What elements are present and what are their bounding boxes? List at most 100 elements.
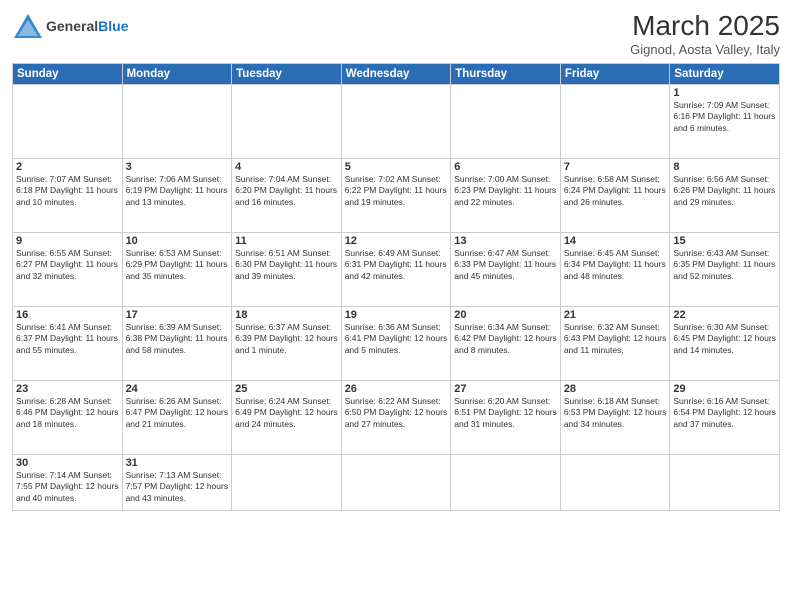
day-info: Sunrise: 6:24 AM Sunset: 6:49 PM Dayligh… xyxy=(235,396,338,430)
day-number: 11 xyxy=(235,235,338,247)
calendar-cell: 15Sunrise: 6:43 AM Sunset: 6:35 PM Dayli… xyxy=(670,233,780,307)
day-info: Sunrise: 6:55 AM Sunset: 6:27 PM Dayligh… xyxy=(16,248,119,282)
day-number: 20 xyxy=(454,309,557,321)
day-info: Sunrise: 7:07 AM Sunset: 6:18 PM Dayligh… xyxy=(16,174,119,208)
calendar-cell xyxy=(122,85,232,159)
day-number: 6 xyxy=(454,161,557,173)
day-info: Sunrise: 6:58 AM Sunset: 6:24 PM Dayligh… xyxy=(564,174,667,208)
day-number: 18 xyxy=(235,309,338,321)
calendar-cell: 16Sunrise: 6:41 AM Sunset: 6:37 PM Dayli… xyxy=(13,307,123,381)
day-number: 2 xyxy=(16,161,119,173)
calendar-cell: 25Sunrise: 6:24 AM Sunset: 6:49 PM Dayli… xyxy=(232,381,342,455)
day-number: 24 xyxy=(126,383,229,395)
header: GeneralBlue March 2025 Gignod, Aosta Val… xyxy=(12,10,780,57)
day-info: Sunrise: 6:51 AM Sunset: 6:30 PM Dayligh… xyxy=(235,248,338,282)
day-number: 15 xyxy=(673,235,776,247)
calendar-cell: 10Sunrise: 6:53 AM Sunset: 6:29 PM Dayli… xyxy=(122,233,232,307)
day-number: 30 xyxy=(16,457,119,469)
calendar-cell: 9Sunrise: 6:55 AM Sunset: 6:27 PM Daylig… xyxy=(13,233,123,307)
day-number: 27 xyxy=(454,383,557,395)
title-block: March 2025 Gignod, Aosta Valley, Italy xyxy=(630,10,780,57)
day-number: 7 xyxy=(564,161,667,173)
calendar-cell: 26Sunrise: 6:22 AM Sunset: 6:50 PM Dayli… xyxy=(341,381,451,455)
day-number: 22 xyxy=(673,309,776,321)
calendar-cell: 20Sunrise: 6:34 AM Sunset: 6:42 PM Dayli… xyxy=(451,307,561,381)
col-monday: Monday xyxy=(122,64,232,85)
day-info: Sunrise: 6:43 AM Sunset: 6:35 PM Dayligh… xyxy=(673,248,776,282)
calendar-cell: 29Sunrise: 6:16 AM Sunset: 6:54 PM Dayli… xyxy=(670,381,780,455)
day-number: 19 xyxy=(345,309,448,321)
day-info: Sunrise: 6:26 AM Sunset: 6:47 PM Dayligh… xyxy=(126,396,229,430)
col-thursday: Thursday xyxy=(451,64,561,85)
day-info: Sunrise: 6:34 AM Sunset: 6:42 PM Dayligh… xyxy=(454,322,557,356)
calendar-cell: 1Sunrise: 7:09 AM Sunset: 6:16 PM Daylig… xyxy=(670,85,780,159)
day-number: 29 xyxy=(673,383,776,395)
calendar-cell: 5Sunrise: 7:02 AM Sunset: 6:22 PM Daylig… xyxy=(341,159,451,233)
calendar-cell: 2Sunrise: 7:07 AM Sunset: 6:18 PM Daylig… xyxy=(13,159,123,233)
calendar-table: Sunday Monday Tuesday Wednesday Thursday… xyxy=(12,63,780,511)
calendar-cell: 6Sunrise: 7:00 AM Sunset: 6:23 PM Daylig… xyxy=(451,159,561,233)
day-number: 26 xyxy=(345,383,448,395)
calendar-title: March 2025 xyxy=(630,10,780,42)
calendar-cell: 24Sunrise: 6:26 AM Sunset: 6:47 PM Dayli… xyxy=(122,381,232,455)
day-info: Sunrise: 6:45 AM Sunset: 6:34 PM Dayligh… xyxy=(564,248,667,282)
calendar-cell xyxy=(670,455,780,511)
col-saturday: Saturday xyxy=(670,64,780,85)
calendar-cell: 30Sunrise: 7:14 AM Sunset: 7:55 PM Dayli… xyxy=(13,455,123,511)
calendar-cell: 17Sunrise: 6:39 AM Sunset: 6:38 PM Dayli… xyxy=(122,307,232,381)
calendar-cell: 13Sunrise: 6:47 AM Sunset: 6:33 PM Dayli… xyxy=(451,233,561,307)
calendar-cell: 3Sunrise: 7:06 AM Sunset: 6:19 PM Daylig… xyxy=(122,159,232,233)
day-info: Sunrise: 6:53 AM Sunset: 6:29 PM Dayligh… xyxy=(126,248,229,282)
calendar-cell xyxy=(232,85,342,159)
day-number: 10 xyxy=(126,235,229,247)
calendar-cell: 28Sunrise: 6:18 AM Sunset: 6:53 PM Dayli… xyxy=(560,381,670,455)
day-info: Sunrise: 6:39 AM Sunset: 6:38 PM Dayligh… xyxy=(126,322,229,356)
calendar-cell xyxy=(13,85,123,159)
calendar-cell: 14Sunrise: 6:45 AM Sunset: 6:34 PM Dayli… xyxy=(560,233,670,307)
day-info: Sunrise: 7:13 AM Sunset: 7:57 PM Dayligh… xyxy=(126,470,229,504)
calendar-cell: 22Sunrise: 6:30 AM Sunset: 6:45 PM Dayli… xyxy=(670,307,780,381)
logo: GeneralBlue xyxy=(12,10,128,42)
day-info: Sunrise: 6:41 AM Sunset: 6:37 PM Dayligh… xyxy=(16,322,119,356)
calendar-cell xyxy=(560,455,670,511)
day-info: Sunrise: 6:49 AM Sunset: 6:31 PM Dayligh… xyxy=(345,248,448,282)
col-sunday: Sunday xyxy=(13,64,123,85)
day-info: Sunrise: 6:56 AM Sunset: 6:26 PM Dayligh… xyxy=(673,174,776,208)
col-tuesday: Tuesday xyxy=(232,64,342,85)
day-info: Sunrise: 6:16 AM Sunset: 6:54 PM Dayligh… xyxy=(673,396,776,430)
calendar-cell: 31Sunrise: 7:13 AM Sunset: 7:57 PM Dayli… xyxy=(122,455,232,511)
calendar-cell: 21Sunrise: 6:32 AM Sunset: 6:43 PM Dayli… xyxy=(560,307,670,381)
day-info: Sunrise: 7:00 AM Sunset: 6:23 PM Dayligh… xyxy=(454,174,557,208)
day-info: Sunrise: 6:18 AM Sunset: 6:53 PM Dayligh… xyxy=(564,396,667,430)
col-friday: Friday xyxy=(560,64,670,85)
day-number: 5 xyxy=(345,161,448,173)
calendar-cell xyxy=(451,85,561,159)
day-info: Sunrise: 6:28 AM Sunset: 6:46 PM Dayligh… xyxy=(16,396,119,430)
day-number: 31 xyxy=(126,457,229,469)
calendar-cell: 12Sunrise: 6:49 AM Sunset: 6:31 PM Dayli… xyxy=(341,233,451,307)
day-info: Sunrise: 7:09 AM Sunset: 6:16 PM Dayligh… xyxy=(673,100,776,134)
day-number: 8 xyxy=(673,161,776,173)
day-info: Sunrise: 6:22 AM Sunset: 6:50 PM Dayligh… xyxy=(345,396,448,430)
day-info: Sunrise: 7:06 AM Sunset: 6:19 PM Dayligh… xyxy=(126,174,229,208)
calendar-cell: 23Sunrise: 6:28 AM Sunset: 6:46 PM Dayli… xyxy=(13,381,123,455)
day-number: 3 xyxy=(126,161,229,173)
calendar-cell: 4Sunrise: 7:04 AM Sunset: 6:20 PM Daylig… xyxy=(232,159,342,233)
calendar-cell: 11Sunrise: 6:51 AM Sunset: 6:30 PM Dayli… xyxy=(232,233,342,307)
day-info: Sunrise: 6:36 AM Sunset: 6:41 PM Dayligh… xyxy=(345,322,448,356)
calendar-cell xyxy=(560,85,670,159)
day-info: Sunrise: 6:47 AM Sunset: 6:33 PM Dayligh… xyxy=(454,248,557,282)
day-info: Sunrise: 7:02 AM Sunset: 6:22 PM Dayligh… xyxy=(345,174,448,208)
day-number: 4 xyxy=(235,161,338,173)
calendar-cell xyxy=(232,455,342,511)
day-info: Sunrise: 7:14 AM Sunset: 7:55 PM Dayligh… xyxy=(16,470,119,504)
page: GeneralBlue March 2025 Gignod, Aosta Val… xyxy=(0,0,792,612)
day-number: 17 xyxy=(126,309,229,321)
day-number: 23 xyxy=(16,383,119,395)
calendar-cell xyxy=(341,85,451,159)
calendar-cell: 8Sunrise: 6:56 AM Sunset: 6:26 PM Daylig… xyxy=(670,159,780,233)
calendar-cell: 18Sunrise: 6:37 AM Sunset: 6:39 PM Dayli… xyxy=(232,307,342,381)
calendar-header-row: Sunday Monday Tuesday Wednesday Thursday… xyxy=(13,64,780,85)
day-number: 12 xyxy=(345,235,448,247)
day-info: Sunrise: 6:37 AM Sunset: 6:39 PM Dayligh… xyxy=(235,322,338,356)
